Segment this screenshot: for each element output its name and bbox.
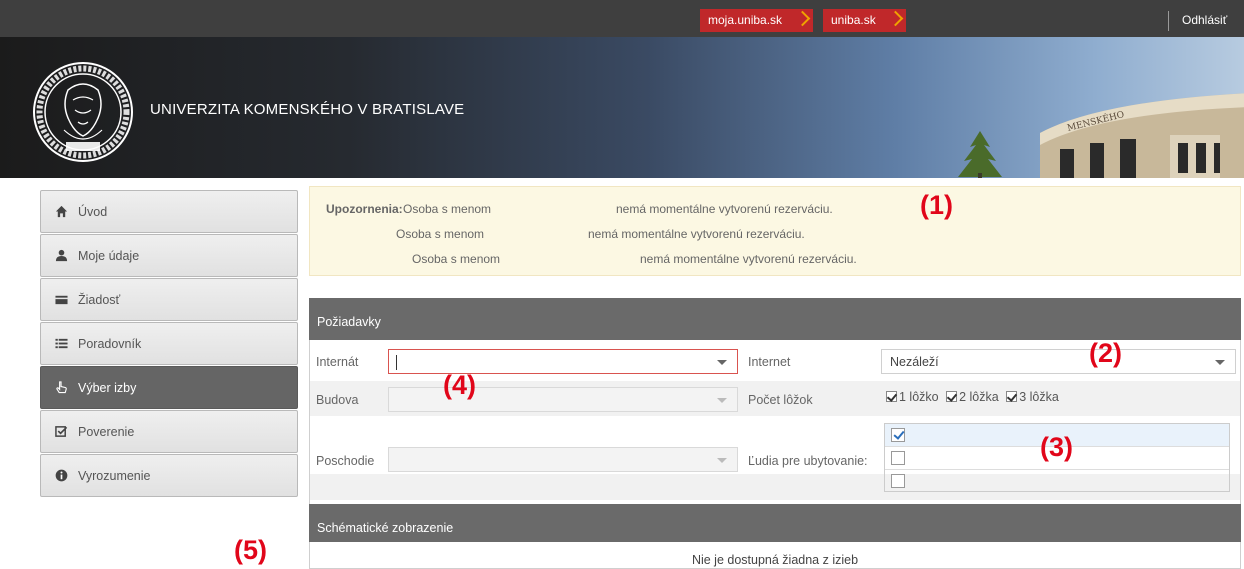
topbar-divider — [1168, 11, 1169, 31]
annotation-marker-1: (1) — [920, 190, 953, 220]
schema-empty-text: Nie je dostupná žiadna z izieb — [691, 553, 859, 567]
chevron-down-icon — [1215, 360, 1225, 365]
chevron-down-icon — [717, 360, 727, 365]
poschodie-label: Poschodie — [316, 454, 375, 468]
checkbox[interactable] — [891, 428, 905, 442]
poschodie-select[interactable] — [388, 447, 738, 472]
internat-label: Internát — [316, 355, 359, 369]
reservation-alert: Upozornenia: Osoba s menom nemá momentál… — [309, 186, 1241, 276]
card-icon — [55, 295, 68, 305]
bed-option-label: 1 lôžko — [899, 390, 939, 404]
budova-select[interactable] — [388, 387, 738, 412]
building-image: MENSKÉHO — [1040, 93, 1244, 178]
chevron-right-icon — [794, 10, 811, 27]
alert-message: nemá momentálne vytvorenú rezerváciu. — [640, 252, 857, 266]
sidebar-item-label: Úvod — [78, 205, 108, 219]
sidebar-item-label: Žiadosť — [78, 293, 121, 307]
text-cursor — [396, 355, 397, 370]
people-row[interactable] — [885, 470, 1229, 493]
alert-message: nemá momentálne vytvorenú rezerváciu. — [616, 202, 833, 216]
alert-label: Upozornenia: — [326, 202, 403, 216]
sidebar-item-label: Moje údaje — [78, 249, 140, 263]
beds-label: Počet lôžok — [748, 393, 813, 407]
moja-uniba-link[interactable]: moja.uniba.sk — [700, 9, 813, 32]
top-bar: moja.uniba.sk uniba.sk Odhlásiť — [0, 0, 1244, 37]
sidebar-item-label: Poradovník — [78, 337, 142, 351]
annotation-marker-5: (5) — [234, 535, 267, 565]
checkbox[interactable] — [946, 391, 958, 402]
alert-message: nemá momentálne vytvorenú rezerváciu. — [588, 227, 805, 241]
sidebar-item-vyber-izby[interactable]: Výber izby — [40, 366, 298, 409]
checkbox[interactable] — [891, 451, 905, 465]
sidebar-item-poradovnik[interactable]: Poradovník — [40, 322, 298, 365]
sidebar-item-label: Výber izby — [78, 381, 137, 395]
chevron-right-icon — [887, 10, 904, 27]
checkbox[interactable] — [891, 474, 905, 488]
bed-option-2[interactable]: 2 lôžka — [946, 390, 999, 404]
checkbox[interactable] — [886, 391, 897, 402]
hand-pointer-icon — [56, 381, 67, 394]
home-icon — [55, 205, 68, 218]
list-icon — [55, 338, 68, 349]
bed-option-1[interactable]: 1 lôžko — [886, 390, 939, 404]
university-seal-icon — [33, 62, 133, 162]
schema-panel-title: Schématické zobrazenie — [309, 504, 1241, 542]
sidebar-item-vyrozumenie[interactable]: Vyrozumenie — [40, 454, 298, 497]
logout-link[interactable]: Odhlásiť — [1182, 13, 1227, 27]
chevron-down-icon — [717, 458, 727, 463]
internet-value: Nezáleží — [890, 355, 939, 369]
internet-select[interactable]: Nezáleží — [881, 349, 1236, 374]
beds-options: 1 lôžko 2 lôžka 3 lôžka — [886, 390, 1063, 404]
uniba-link[interactable]: uniba.sk — [823, 9, 906, 32]
alert-person-name: Osoba s menom — [412, 252, 501, 266]
bed-option-label: 3 lôžka — [1019, 390, 1059, 404]
sidebar-item-poverenie[interactable]: Poverenie — [40, 410, 298, 453]
check-square-icon — [55, 426, 68, 437]
bed-option-3[interactable]: 3 lôžka — [1006, 390, 1059, 404]
annotation-marker-3: (3) — [1040, 432, 1073, 462]
internat-select[interactable] — [388, 349, 738, 374]
chevron-down-icon — [717, 398, 727, 403]
tree-image — [958, 131, 1002, 178]
info-circle-icon — [55, 469, 68, 482]
alert-person-name: Osoba s menom — [403, 202, 492, 216]
budova-label: Budova — [316, 393, 359, 407]
sidebar-item-label: Vyrozumenie — [78, 469, 151, 483]
sidebar-item-moje-udaje[interactable]: Moje údaje — [40, 234, 298, 277]
header-banner: UNIVERZITA KOMENSKÉHO V BRATISLAVE MENSK… — [0, 37, 1244, 178]
annotation-marker-4: (4) — [443, 370, 476, 400]
sidebar-item-label: Poverenie — [78, 425, 135, 439]
internet-label: Internet — [748, 355, 791, 369]
sidebar-item-ziadost[interactable]: Žiadosť — [40, 278, 298, 321]
university-name: UNIVERZITA KOMENSKÉHO V BRATISLAVE — [150, 101, 465, 118]
uniba-label: uniba.sk — [831, 13, 876, 27]
sidebar-item-uvod[interactable]: Úvod — [40, 190, 298, 233]
moja-uniba-label: moja.uniba.sk — [708, 13, 783, 27]
alert-person-name: Osoba s menom — [396, 227, 485, 241]
bed-option-label: 2 lôžka — [959, 390, 999, 404]
people-label: Ľudia pre ubytovanie: — [748, 454, 868, 468]
annotation-marker-2: (2) — [1089, 338, 1122, 368]
requests-panel-title: Požiadavky — [309, 298, 1241, 340]
user-icon — [55, 249, 68, 262]
checkbox[interactable] — [1006, 391, 1018, 402]
